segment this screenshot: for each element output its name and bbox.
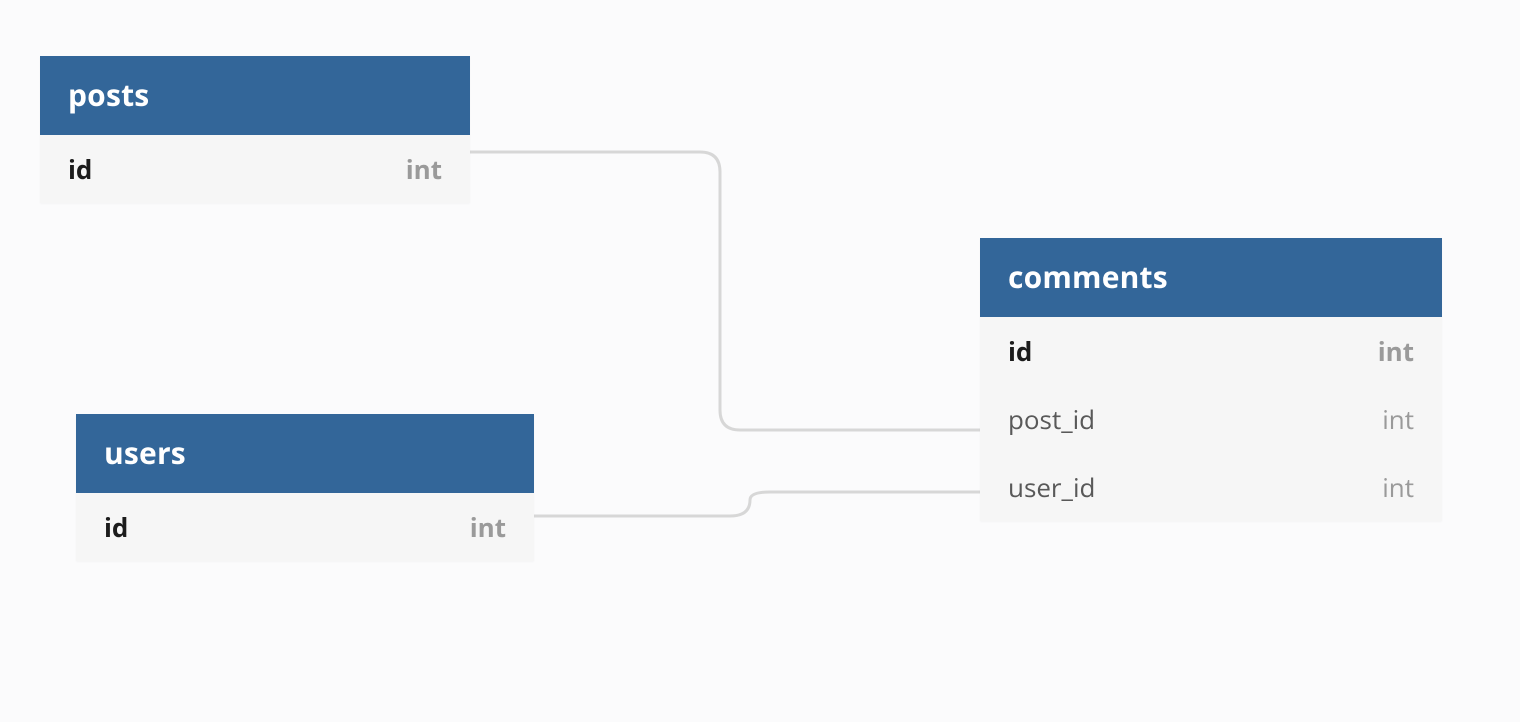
column-type: int (1378, 333, 1414, 369)
entity-users[interactable]: users id int (76, 414, 534, 561)
entity-comments[interactable]: comments id int post_id int user_id int (980, 238, 1442, 521)
relation-posts-id-to-comments-post-id (470, 152, 980, 430)
entity-comments-title: comments (980, 238, 1442, 317)
relation-users-id-to-comments-user-id (534, 492, 980, 516)
column-name: post_id (1008, 401, 1095, 437)
entity-users-title: users (76, 414, 534, 493)
column-name: id (68, 151, 92, 187)
column-type: int (1382, 469, 1414, 505)
entity-posts-col-id[interactable]: id int (40, 135, 470, 203)
column-type: int (1382, 401, 1414, 437)
entity-posts[interactable]: posts id int (40, 56, 470, 203)
entity-posts-title: posts (40, 56, 470, 135)
entity-users-col-id[interactable]: id int (76, 493, 534, 561)
entity-comments-col-post-id[interactable]: post_id int (980, 385, 1442, 453)
column-type: int (406, 151, 442, 187)
entity-comments-col-user-id[interactable]: user_id int (980, 453, 1442, 521)
er-diagram-canvas: posts id int users id int comments id in… (0, 0, 1520, 722)
entity-comments-col-id[interactable]: id int (980, 317, 1442, 385)
column-name: user_id (1008, 469, 1095, 505)
column-type: int (470, 509, 506, 545)
column-name: id (104, 509, 128, 545)
column-name: id (1008, 333, 1032, 369)
